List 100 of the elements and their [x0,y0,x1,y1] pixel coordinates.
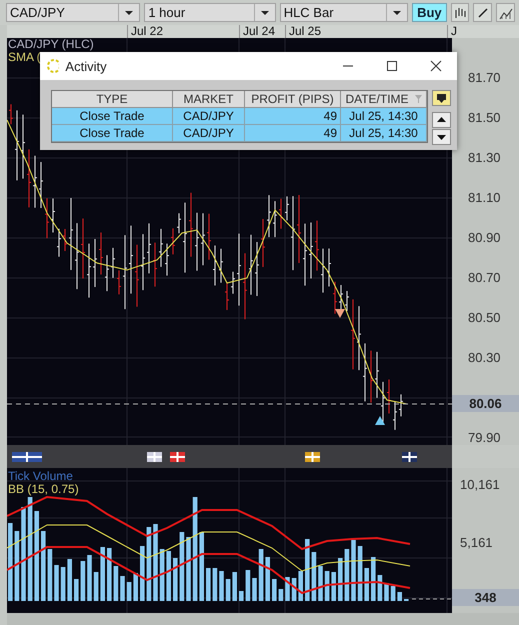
volume-bar [87,555,92,601]
price-label: 80.30 [468,351,501,365]
volume-bar [14,531,20,601]
volume-bar [120,576,125,601]
flag-icon [305,452,320,462]
volume-bar [48,549,52,601]
export-icon[interactable] [432,90,451,106]
volume-bar [206,568,211,601]
volume-bar [344,549,350,601]
volume-bar [312,552,316,601]
price-label: 80.90 [468,231,501,245]
volume-bar [107,548,112,601]
volume-bar [60,567,66,601]
price-label: 79.90 [468,431,501,445]
volume-bar [100,547,105,601]
price-label: 81.70 [468,71,501,85]
chart-legend: CAD/JPY (HLC) [8,38,94,50]
flag-icon [147,452,162,462]
flag-icon [402,452,417,462]
volume-bar [212,568,218,601]
volume-bar [126,582,132,601]
volume-bar [298,571,303,601]
volume-bar [292,578,296,601]
table-cell[interactable]: Jul 25, 14:30 [341,125,427,142]
line-draw-icon[interactable] [473,3,492,22]
chart-type-dropdown[interactable]: HLC Bar [280,3,408,22]
volume-bar [305,539,310,601]
volume-bar [258,549,264,601]
flag-icon [170,452,185,462]
volume-bar [265,557,270,601]
volume-bar [114,566,118,601]
price-label: 81.50 [468,111,501,125]
table-cell[interactable]: Jul 25, 14:30 [341,108,427,125]
table-cell[interactable]: Close Trade [52,125,173,142]
volume-label: 5,161 [460,536,493,550]
volume-bar [338,558,343,601]
sell-marker-icon [335,309,345,318]
volume-bar [351,540,356,601]
scroll-down-icon[interactable] [432,129,451,145]
volume-bar [272,579,277,601]
price-label: 81.10 [468,191,501,205]
column-header[interactable]: TYPE [52,91,173,108]
table-cell[interactable]: Close Trade [52,108,173,125]
volume-bar [226,579,230,601]
buy-button[interactable]: Buy [412,3,447,22]
volume-bar [160,549,164,601]
app-logo-icon [46,58,60,74]
volume-bar [318,566,323,601]
volume-bar [331,572,336,601]
table-cell[interactable]: CAD/JPY [173,108,245,125]
volume-bar [173,558,178,601]
volume-bar [54,565,59,601]
volume-bar [180,532,184,601]
bb-legend: BB (15, 0.75) [8,483,79,495]
volume-bar [384,583,389,601]
current-price-tag: 80.06 [452,395,519,412]
volume-bar [246,570,250,601]
sma-legend: SMA ( [8,51,41,63]
volume-bar [140,546,145,601]
volume-bar [378,575,382,601]
timeframe-dropdown[interactable]: 1 hour [144,3,276,22]
volume-bar [133,573,138,601]
volume-bar [186,537,191,601]
volume-bar [397,592,402,601]
current-volume-line [412,598,452,600]
volume-bar [199,532,204,601]
symbol-dropdown[interactable]: CAD/JPY [6,3,140,22]
volume-bar [285,577,290,601]
volume-bar [371,557,376,601]
flag-icon [12,452,42,462]
price-label: 80.50 [468,311,501,325]
column-header[interactable]: PROFIT (PIPS) [245,91,341,108]
volume-legend: Tick Volume [8,470,73,482]
volume-bar [364,568,369,601]
price-label: 81.30 [468,151,501,165]
dialog-title: Activity [65,58,107,74]
volume-bar [232,572,237,601]
volume-bar [67,559,72,601]
table-cell[interactable]: CAD/JPY [173,125,245,142]
chart-icon[interactable] [496,3,515,22]
volume-bar [252,578,257,601]
volume-bar [390,586,396,601]
table-cell[interactable]: 49 [245,108,341,125]
volume-bar [94,572,98,601]
volume-bar [239,591,244,601]
volume-bar [219,571,224,601]
column-header[interactable]: DATE/TIME [341,91,427,108]
scroll-up-icon[interactable] [432,112,451,128]
price-label: 80.70 [468,271,501,285]
volume-bar [278,589,284,601]
bar-chart-icon[interactable] [450,3,470,22]
volume-bar [358,546,362,601]
volume-bar [324,571,330,601]
volume-bar [41,531,46,601]
column-header[interactable]: MARKET [173,91,245,108]
buy-marker-icon [375,416,385,425]
volume-bar [80,561,86,601]
volume-bar [74,579,79,601]
table-cell[interactable]: 49 [245,125,341,142]
volume-bar [166,551,171,601]
